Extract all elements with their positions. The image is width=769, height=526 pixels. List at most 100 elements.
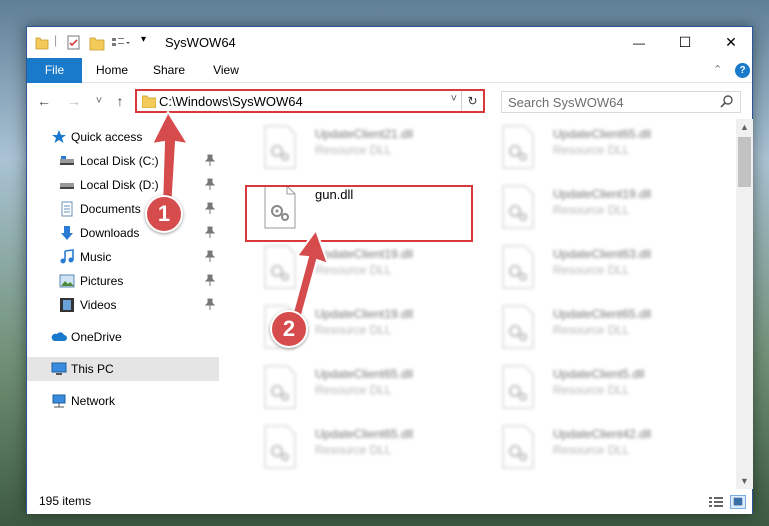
file-item[interactable]: UpdateClient65.dll Resource DLL — [243, 361, 473, 415]
documents-icon — [61, 201, 73, 217]
quick-access-dropdown-icon[interactable]: ▾ — [141, 34, 146, 50]
pin-icon[interactable] — [204, 202, 216, 217]
pin-icon[interactable] — [204, 250, 216, 265]
network-icon — [52, 394, 66, 408]
file-type: Resource DLL — [315, 143, 392, 157]
sidebar-item-label: OneDrive — [71, 330, 122, 344]
close-button[interactable]: ✕ — [708, 27, 754, 58]
sidebar-item-label: Quick access — [71, 130, 143, 144]
scrollbar-thumb[interactable] — [738, 137, 751, 187]
file-type: Resource DLL — [553, 443, 630, 457]
file-type: Resource DLL — [553, 323, 630, 337]
dll-file-icon — [502, 425, 534, 469]
sidebar-item-pictures[interactable]: Pictures — [27, 269, 219, 293]
pin-icon[interactable] — [204, 178, 216, 193]
help-icon[interactable]: ? — [735, 63, 750, 78]
search-icon[interactable] — [720, 94, 734, 108]
address-dropdown-icon[interactable]: ˅ — [451, 93, 457, 105]
drive-icon — [60, 183, 74, 189]
tab-share[interactable]: Share — [144, 58, 194, 83]
file-item[interactable]: UpdateClient63.dll Resource DLL — [481, 241, 711, 295]
status-bar: 195 items — [27, 489, 752, 514]
refresh-button[interactable]: ↻ — [461, 91, 483, 111]
folder-icon — [142, 95, 156, 108]
pin-icon[interactable] — [204, 298, 216, 313]
search-input[interactable]: Search SysWOW64 — [508, 95, 624, 110]
title-bar: | ▾ SysWOW64 — ☐ ✕ — [27, 27, 752, 58]
scroll-up-icon[interactable]: ▲ — [736, 119, 753, 135]
up-button[interactable]: ↑ — [111, 91, 129, 111]
scroll-down-icon[interactable]: ▼ — [736, 473, 753, 489]
pictures-icon — [59, 274, 75, 288]
downloads-icon — [61, 226, 73, 240]
chevron-down-icon: ˅ — [95, 95, 103, 107]
file-item[interactable]: UpdateClient65.dll Resource DLL — [481, 121, 711, 175]
file-item[interactable]: UpdateClient19.dll Resource DLL — [481, 181, 711, 235]
minimize-button[interactable]: — — [616, 27, 662, 58]
dll-file-icon — [264, 425, 296, 469]
file-name: UpdateClient21.dll — [315, 127, 414, 141]
explorer-window: | ▾ SysWOW64 — ☐ ✕ File Home Share View … — [26, 26, 753, 514]
new-folder-icon[interactable] — [89, 35, 105, 51]
forward-arrow-icon: → — [67, 93, 81, 109]
search-box[interactable]: Search SysWOW64 — [501, 91, 741, 113]
file-name: UpdateClient65.dll — [315, 367, 414, 381]
file-item[interactable]: UpdateClient65.dll Resource DLL — [243, 421, 473, 475]
sidebar-item-downloads[interactable]: Downloads — [27, 221, 219, 245]
tab-view[interactable]: View — [201, 58, 251, 83]
file-type: Resource DLL — [315, 383, 392, 397]
sidebar-item-onedrive[interactable]: OneDrive — [27, 325, 219, 349]
music-icon — [60, 249, 74, 264]
file-type: Resource DLL — [553, 383, 630, 397]
file-item[interactable]: UpdateClient19.dll Resource DLL — [243, 241, 473, 295]
dll-file-icon — [502, 305, 534, 349]
back-button[interactable]: ← — [35, 91, 53, 111]
recent-locations-button[interactable]: ˅ — [90, 91, 108, 111]
file-item[interactable]: UpdateClient42.dll Resource DLL — [481, 421, 711, 475]
file-type: Resource DLL — [553, 263, 630, 277]
sidebar-item-label: Music — [80, 250, 112, 264]
dll-file-icon — [264, 125, 296, 169]
separator: | — [54, 33, 58, 47]
large-icons-view-icon[interactable] — [730, 495, 746, 509]
file-item[interactable]: UpdateClient21.dll Resource DLL — [243, 121, 473, 175]
file-highlight-box — [245, 185, 473, 242]
navigation-bar: ← → ˅ ↑ C:\Windows\SysWOW64 ˅ ↻ Search S… — [27, 85, 752, 117]
file-item[interactable]: UpdateClient65.dll Resource DLL — [481, 301, 711, 355]
dll-file-icon — [264, 365, 296, 409]
details-view-icon[interactable] — [708, 495, 724, 509]
maximize-button[interactable]: ☐ — [662, 27, 708, 58]
sidebar-item-network[interactable]: Network — [27, 389, 219, 413]
sidebar-item-videos[interactable]: Videos — [27, 293, 219, 317]
pin-icon[interactable] — [204, 154, 216, 169]
file-name: UpdateClient65.dll — [315, 427, 414, 441]
pin-icon[interactable] — [204, 226, 216, 241]
expand-ribbon-icon[interactable]: ⌃ — [713, 63, 722, 76]
ribbon-tabs: File Home Share View ⌃ ? — [27, 58, 752, 83]
dll-file-icon — [502, 125, 534, 169]
pin-icon[interactable] — [204, 274, 216, 289]
customize-quick-access-icon[interactable] — [111, 35, 131, 51]
up-arrow-icon: ↑ — [116, 93, 124, 109]
properties-icon[interactable] — [67, 35, 81, 51]
dll-file-icon — [502, 365, 534, 409]
sidebar-item-music[interactable]: Music — [27, 245, 219, 269]
sidebar-item-label: Downloads — [80, 226, 140, 240]
forward-button[interactable]: → — [65, 91, 83, 111]
sidebar-item-label: This PC — [71, 362, 114, 376]
file-name: UpdateClient65.dll — [553, 127, 652, 141]
dll-file-icon — [502, 185, 534, 229]
file-item[interactable]: UpdateClient5.dll Resource DLL — [481, 361, 711, 415]
sidebar-item-this-pc[interactable]: This PC — [27, 357, 219, 381]
file-name: UpdateClient63.dll — [553, 247, 652, 261]
tab-home[interactable]: Home — [87, 58, 137, 83]
file-name: UpdateClient42.dll — [553, 427, 652, 441]
pc-icon — [51, 362, 67, 375]
address-path[interactable]: C:\Windows\SysWOW64 — [159, 94, 303, 109]
vertical-scrollbar[interactable]: ▲ ▼ — [736, 119, 753, 489]
back-arrow-icon: ← — [37, 93, 51, 109]
drive-icon — [60, 156, 74, 165]
tab-file[interactable]: File — [27, 58, 82, 83]
minimize-icon: — — [633, 35, 645, 50]
file-type: Resource DLL — [553, 143, 630, 157]
